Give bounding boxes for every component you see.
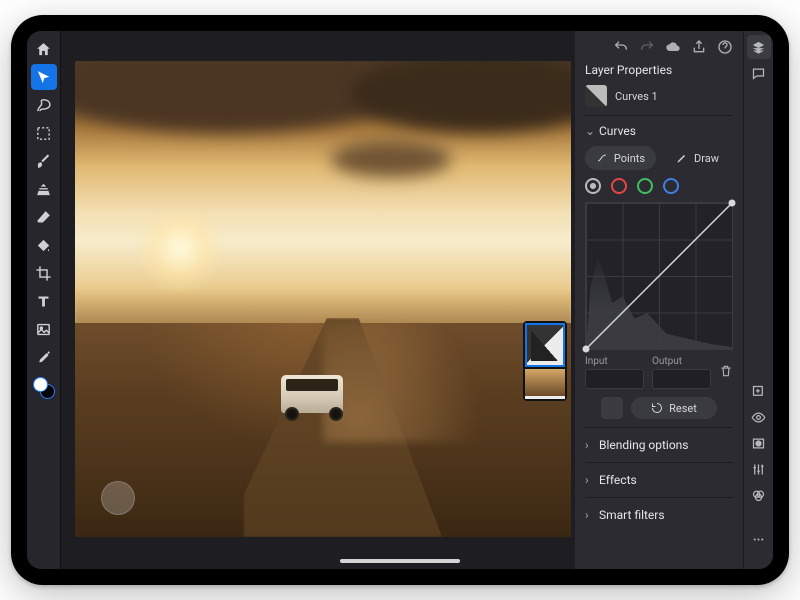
- redo-icon[interactable]: [639, 39, 655, 55]
- input-label: Input: [585, 356, 644, 367]
- canvas-area: [61, 31, 575, 569]
- foreground-color-swatch[interactable]: [33, 377, 48, 392]
- eyedropper-tool[interactable]: [31, 344, 57, 370]
- delete-point-icon[interactable]: [719, 364, 733, 381]
- fill-tool[interactable]: [31, 232, 57, 258]
- add-layer-icon[interactable]: [747, 379, 771, 403]
- lasso-tool[interactable]: [31, 92, 57, 118]
- channel-red[interactable]: [611, 178, 627, 194]
- curves-input-field[interactable]: [585, 369, 644, 389]
- more-icon[interactable]: [747, 527, 771, 551]
- layer-thumbnail-stack[interactable]: [523, 321, 567, 401]
- share-icon[interactable]: [691, 39, 707, 55]
- home-icon[interactable]: [31, 36, 57, 62]
- chevron-right-icon: ›: [585, 438, 595, 452]
- curves-auto-button[interactable]: [601, 397, 623, 419]
- help-icon[interactable]: [717, 39, 733, 55]
- selection-tool[interactable]: [31, 120, 57, 146]
- tablet-device-frame: Layer Properties Curves 1 ⌄ Curves Point…: [11, 15, 789, 585]
- curve-point-shadow[interactable]: [583, 346, 590, 353]
- channel-master[interactable]: [585, 178, 601, 194]
- layer-thumb-curves[interactable]: [525, 323, 565, 367]
- blending-options-section[interactable]: › Blending options: [585, 428, 733, 463]
- mask-icon[interactable]: [747, 431, 771, 455]
- curves-section-label: Curves: [599, 124, 636, 138]
- foreground-background-colors[interactable]: [33, 377, 55, 399]
- chevron-right-icon: ›: [585, 473, 595, 487]
- blending-options-label: Blending options: [599, 438, 689, 452]
- layers-icon[interactable]: [747, 35, 771, 59]
- comments-icon[interactable]: [747, 61, 771, 85]
- curves-mode-draw[interactable]: Draw: [662, 146, 733, 170]
- effects-section[interactable]: › Effects: [585, 463, 733, 498]
- right-panel-group: Layer Properties Curves 1 ⌄ Curves Point…: [575, 31, 773, 569]
- crop-tool[interactable]: [31, 260, 57, 286]
- curves-section: ⌄ Curves Points Draw: [585, 116, 733, 428]
- filter-icon[interactable]: [747, 483, 771, 507]
- undo-icon[interactable]: [613, 39, 629, 55]
- output-label: Output: [652, 356, 711, 367]
- effects-label: Effects: [599, 473, 637, 487]
- smart-filters-label: Smart filters: [599, 508, 665, 522]
- curves-mode-points[interactable]: Points: [585, 146, 656, 170]
- panel-title: Layer Properties: [585, 59, 733, 83]
- active-layer-chip[interactable]: Curves 1: [585, 83, 733, 116]
- place-image-tool[interactable]: [31, 316, 57, 342]
- layer-properties-panel: Layer Properties Curves 1 ⌄ Curves Point…: [575, 31, 743, 569]
- eraser-tool[interactable]: [31, 204, 57, 230]
- curves-layer-thumb-icon: [585, 85, 607, 107]
- left-toolbar: [27, 31, 61, 569]
- app-screen: Layer Properties Curves 1 ⌄ Curves Point…: [27, 31, 773, 569]
- layer-thumb-background[interactable]: [525, 369, 565, 399]
- adjust-icon[interactable]: [747, 457, 771, 481]
- home-indicator[interactable]: [340, 559, 460, 563]
- curve-point-highlight[interactable]: [729, 200, 736, 207]
- channel-blue[interactable]: [663, 178, 679, 194]
- curves-reset-button[interactable]: Reset: [631, 397, 717, 419]
- curves-output-field[interactable]: [652, 369, 711, 389]
- right-toolbar: [743, 31, 773, 569]
- visibility-icon[interactable]: [747, 405, 771, 429]
- clone-stamp-tool[interactable]: [31, 176, 57, 202]
- canvas-subject-van: [273, 367, 351, 423]
- curves-section-header[interactable]: ⌄ Curves: [585, 124, 733, 138]
- channel-green[interactable]: [637, 178, 653, 194]
- move-tool[interactable]: [31, 64, 57, 90]
- active-layer-name: Curves 1: [615, 90, 658, 103]
- cloud-icon[interactable]: [665, 39, 681, 55]
- smart-filters-section[interactable]: › Smart filters: [585, 498, 733, 532]
- touch-shortcut-puck[interactable]: [101, 481, 135, 515]
- chevron-right-icon: ›: [585, 508, 595, 522]
- curves-graph[interactable]: [585, 202, 733, 350]
- brush-tool[interactable]: [31, 148, 57, 174]
- chevron-down-icon: ⌄: [585, 124, 595, 138]
- curves-channel-selector: [585, 178, 733, 194]
- document-canvas[interactable]: [75, 61, 571, 537]
- type-tool[interactable]: [31, 288, 57, 314]
